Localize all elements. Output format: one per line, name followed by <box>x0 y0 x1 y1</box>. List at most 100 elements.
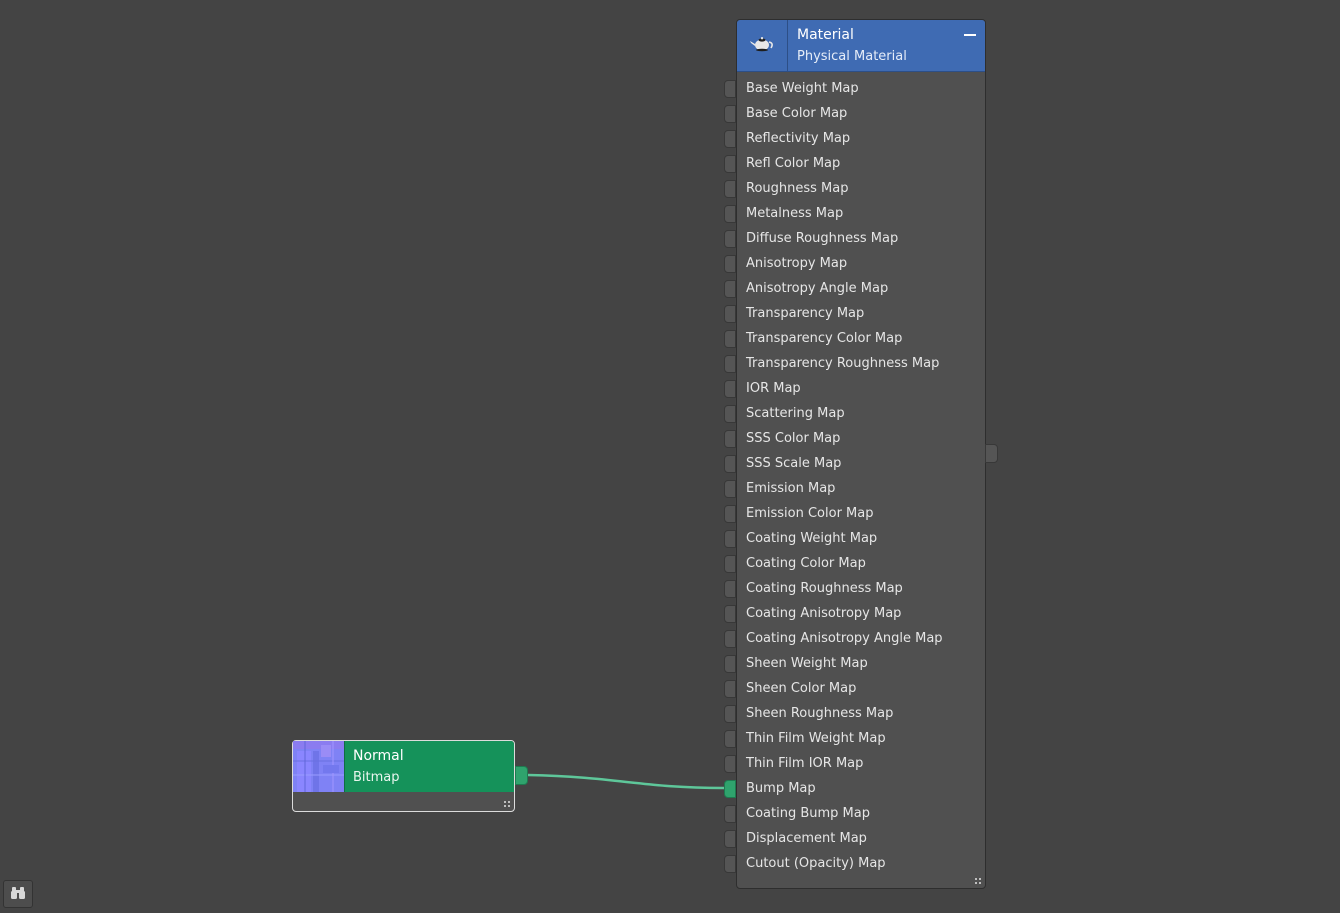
material-slot[interactable]: Anisotropy Angle Map <box>724 277 985 302</box>
binoculars-icon <box>10 885 26 904</box>
material-node[interactable]: Material Physical Material Base Weight M… <box>724 19 986 889</box>
material-slot[interactable]: Base Weight Map <box>724 77 985 102</box>
bitmap-node-title: Normal <box>353 748 404 764</box>
slot-input-port[interactable] <box>724 80 736 98</box>
slot-input-port[interactable] <box>724 555 736 573</box>
slot-label: Coating Bump Map <box>746 806 870 821</box>
slot-label: Base Color Map <box>746 106 848 121</box>
slot-input-port[interactable] <box>724 455 736 473</box>
bitmap-node[interactable]: Normal Bitmap <box>292 740 515 812</box>
slot-label: Sheen Color Map <box>746 681 857 696</box>
slot-input-port[interactable] <box>724 530 736 548</box>
slot-input-port[interactable] <box>724 180 736 198</box>
slot-input-port[interactable] <box>724 730 736 748</box>
material-slot[interactable]: Transparency Map <box>724 302 985 327</box>
material-slot[interactable]: Base Color Map <box>724 102 985 127</box>
slot-label: Cutout (Opacity) Map <box>746 856 886 871</box>
slot-input-port[interactable] <box>724 605 736 623</box>
material-slot[interactable]: Roughness Map <box>724 177 985 202</box>
collapse-button[interactable] <box>964 34 976 36</box>
slot-input-port[interactable] <box>724 155 736 173</box>
material-slot[interactable]: Coating Anisotropy Angle Map <box>724 627 985 652</box>
slot-label: Transparency Color Map <box>746 331 903 346</box>
slot-label: Diffuse Roughness Map <box>746 231 899 246</box>
connection-wire <box>527 773 725 790</box>
bitmap-node-resize-grip[interactable] <box>503 800 511 808</box>
slot-label: Coating Roughness Map <box>746 581 903 596</box>
slot-input-port[interactable] <box>724 205 736 223</box>
slot-label: Displacement Map <box>746 831 867 846</box>
slot-input-port[interactable] <box>724 630 736 648</box>
material-slot[interactable]: Transparency Color Map <box>724 327 985 352</box>
bitmap-node-header[interactable]: Normal Bitmap <box>293 741 514 792</box>
material-slot[interactable]: Coating Roughness Map <box>724 577 985 602</box>
material-slot[interactable]: Diffuse Roughness Map <box>724 227 985 252</box>
material-slot[interactable]: Coating Color Map <box>724 552 985 577</box>
material-slot[interactable]: SSS Color Map <box>724 427 985 452</box>
material-slot[interactable]: IOR Map <box>724 377 985 402</box>
slot-input-port[interactable] <box>724 680 736 698</box>
slot-input-port[interactable] <box>724 280 736 298</box>
material-node-resize-grip[interactable] <box>974 877 982 885</box>
slot-input-port[interactable] <box>724 330 736 348</box>
material-slot[interactable]: Bump Map <box>724 777 985 802</box>
slot-input-port[interactable] <box>724 230 736 248</box>
slot-label: Emission Map <box>746 481 836 496</box>
slot-label: SSS Scale Map <box>746 456 842 471</box>
slot-label: Thin Film Weight Map <box>746 731 886 746</box>
material-slot[interactable]: Emission Map <box>724 477 985 502</box>
slot-input-port[interactable] <box>724 255 736 273</box>
material-slot[interactable]: Coating Weight Map <box>724 527 985 552</box>
material-slot[interactable]: Scattering Map <box>724 402 985 427</box>
slot-label: Bump Map <box>746 781 816 796</box>
material-slot-list: Base Weight Map Base Color Map Reflectivit… <box>724 77 985 877</box>
slot-input-port[interactable] <box>724 705 736 723</box>
material-slot[interactable]: Transparency Roughness Map <box>724 352 985 377</box>
slot-input-port[interactable] <box>724 305 736 323</box>
material-slot[interactable]: Anisotropy Map <box>724 252 985 277</box>
search-nodes-button[interactable] <box>3 880 33 908</box>
slot-label: IOR Map <box>746 381 801 396</box>
slot-input-port[interactable] <box>724 855 736 873</box>
material-slot[interactable]: Sheen Roughness Map <box>724 702 985 727</box>
slot-input-port[interactable] <box>724 580 736 598</box>
material-output-port[interactable] <box>985 444 998 463</box>
slot-input-port[interactable] <box>724 405 736 423</box>
slot-label: Sheen Weight Map <box>746 656 868 671</box>
slot-input-port[interactable] <box>724 355 736 373</box>
material-node-title: Material <box>797 27 854 43</box>
material-slot[interactable]: Sheen Weight Map <box>724 652 985 677</box>
slot-input-port[interactable] <box>724 380 736 398</box>
material-slot[interactable]: Reflectivity Map <box>724 127 985 152</box>
material-slot[interactable]: Emission Color Map <box>724 502 985 527</box>
material-slot[interactable]: Thin Film Weight Map <box>724 727 985 752</box>
slot-label: Scattering Map <box>746 406 845 421</box>
material-slot[interactable]: Displacement Map <box>724 827 985 852</box>
slot-input-port[interactable] <box>724 130 736 148</box>
material-slot[interactable]: Metalness Map <box>724 202 985 227</box>
slot-input-port[interactable] <box>724 780 736 798</box>
slot-input-port[interactable] <box>724 655 736 673</box>
slot-input-port[interactable] <box>724 505 736 523</box>
material-slot[interactable]: Cutout (Opacity) Map <box>724 852 985 877</box>
slot-input-port[interactable] <box>724 755 736 773</box>
slot-label: Thin Film IOR Map <box>746 756 864 771</box>
material-slot[interactable]: Thin Film IOR Map <box>724 752 985 777</box>
node-editor-canvas[interactable]: Material Physical Material Base Weight M… <box>0 0 1340 913</box>
material-slot[interactable]: Refl Color Map <box>724 152 985 177</box>
material-slot[interactable]: Coating Bump Map <box>724 802 985 827</box>
slot-input-port[interactable] <box>724 430 736 448</box>
material-icon-box <box>737 20 788 71</box>
material-node-header[interactable]: Material Physical Material <box>737 20 985 72</box>
slot-input-port[interactable] <box>724 805 736 823</box>
material-slot[interactable]: Sheen Color Map <box>724 677 985 702</box>
slot-input-port[interactable] <box>724 480 736 498</box>
slot-label: Refl Color Map <box>746 156 841 171</box>
slot-label: Roughness Map <box>746 181 849 196</box>
slot-input-port[interactable] <box>724 830 736 848</box>
teapot-icon <box>749 34 775 58</box>
bitmap-output-port[interactable] <box>515 766 528 785</box>
material-slot[interactable]: SSS Scale Map <box>724 452 985 477</box>
material-slot[interactable]: Coating Anisotropy Map <box>724 602 985 627</box>
slot-input-port[interactable] <box>724 105 736 123</box>
